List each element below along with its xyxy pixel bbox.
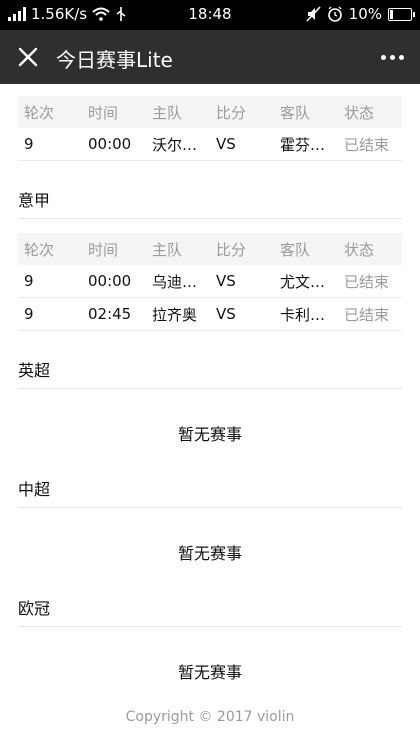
match-score: VS	[216, 305, 236, 323]
mute-icon	[306, 6, 321, 22]
header-time: 时间	[88, 103, 119, 122]
league-title-seria: 意甲	[18, 184, 402, 219]
table-row[interactable]: 9 00:00 乌迪… VS 尤文… 已结束	[18, 265, 402, 298]
table-row[interactable]: 9 00:00 沃尔… VS 霍芬… 已结束	[18, 128, 402, 161]
header-score: 比分	[216, 103, 247, 122]
league-title-ucl: 欧冠	[18, 592, 402, 627]
match-time: 00:00	[88, 272, 132, 290]
match-away: 尤文…	[280, 272, 326, 291]
header-time: 时间	[88, 240, 119, 259]
status-bar: 1.56K/s 18:48 10%	[0, 0, 420, 30]
header-status: 状态	[344, 103, 375, 122]
table-header: 轮次 时间 主队 比分 客队 状态	[18, 233, 402, 265]
battery-text: 10%	[348, 5, 382, 23]
league-title-epl: 英超	[18, 354, 402, 389]
match-home: 乌迪…	[152, 272, 198, 291]
empty-message: 暂无赛事	[177, 663, 242, 682]
match-table-0: 轮次 时间 主队 比分 客队 状态 9 00:00 沃尔… VS 霍芬… 已结束	[18, 96, 402, 161]
empty-message: 暂无赛事	[177, 544, 242, 563]
more-icon[interactable]	[378, 47, 406, 67]
match-home: 沃尔…	[152, 135, 198, 154]
header-score: 比分	[216, 240, 247, 259]
header-status: 状态	[344, 240, 375, 259]
match-status: 已结束	[344, 272, 390, 291]
match-status: 已结束	[344, 305, 390, 324]
nav-bar: 今日赛事Lite	[0, 30, 420, 84]
header-home: 主队	[152, 240, 183, 259]
alarm-icon	[327, 6, 342, 22]
empty-message: 暂无赛事	[177, 425, 242, 444]
match-score: VS	[216, 272, 236, 290]
close-icon[interactable]	[14, 43, 42, 71]
match-time: 00:00	[88, 135, 132, 153]
page-title: 今日赛事Lite	[56, 48, 173, 72]
header-away: 客队	[280, 103, 311, 122]
header-round: 轮次	[24, 240, 55, 259]
battery-icon	[388, 7, 415, 21]
match-away: 卡利…	[280, 305, 326, 324]
match-score: VS	[216, 135, 236, 153]
header-round: 轮次	[24, 103, 55, 122]
status-right: 10%	[305, 5, 415, 23]
match-home: 拉齐奥	[152, 305, 198, 324]
header-home: 主队	[152, 103, 183, 122]
match-round: 9	[24, 272, 34, 290]
match-table-1: 轮次 时间 主队 比分 客队 状态 9 00:00 乌迪… VS 尤文… 已结束…	[18, 233, 402, 331]
match-away: 霍芬…	[280, 135, 326, 154]
copyright-text: Copyright © 2017 violin	[125, 709, 295, 725]
match-time: 02:45	[88, 305, 132, 323]
match-round: 9	[24, 135, 34, 153]
table-header: 轮次 时间 主队 比分 客队 状态	[18, 96, 402, 128]
table-row[interactable]: 9 02:45 拉齐奥 VS 卡利… 已结束	[18, 298, 402, 331]
match-status: 已结束	[344, 135, 390, 154]
match-round: 9	[24, 305, 34, 323]
league-title-csl: 中超	[18, 473, 402, 508]
header-away: 客队	[280, 240, 311, 259]
